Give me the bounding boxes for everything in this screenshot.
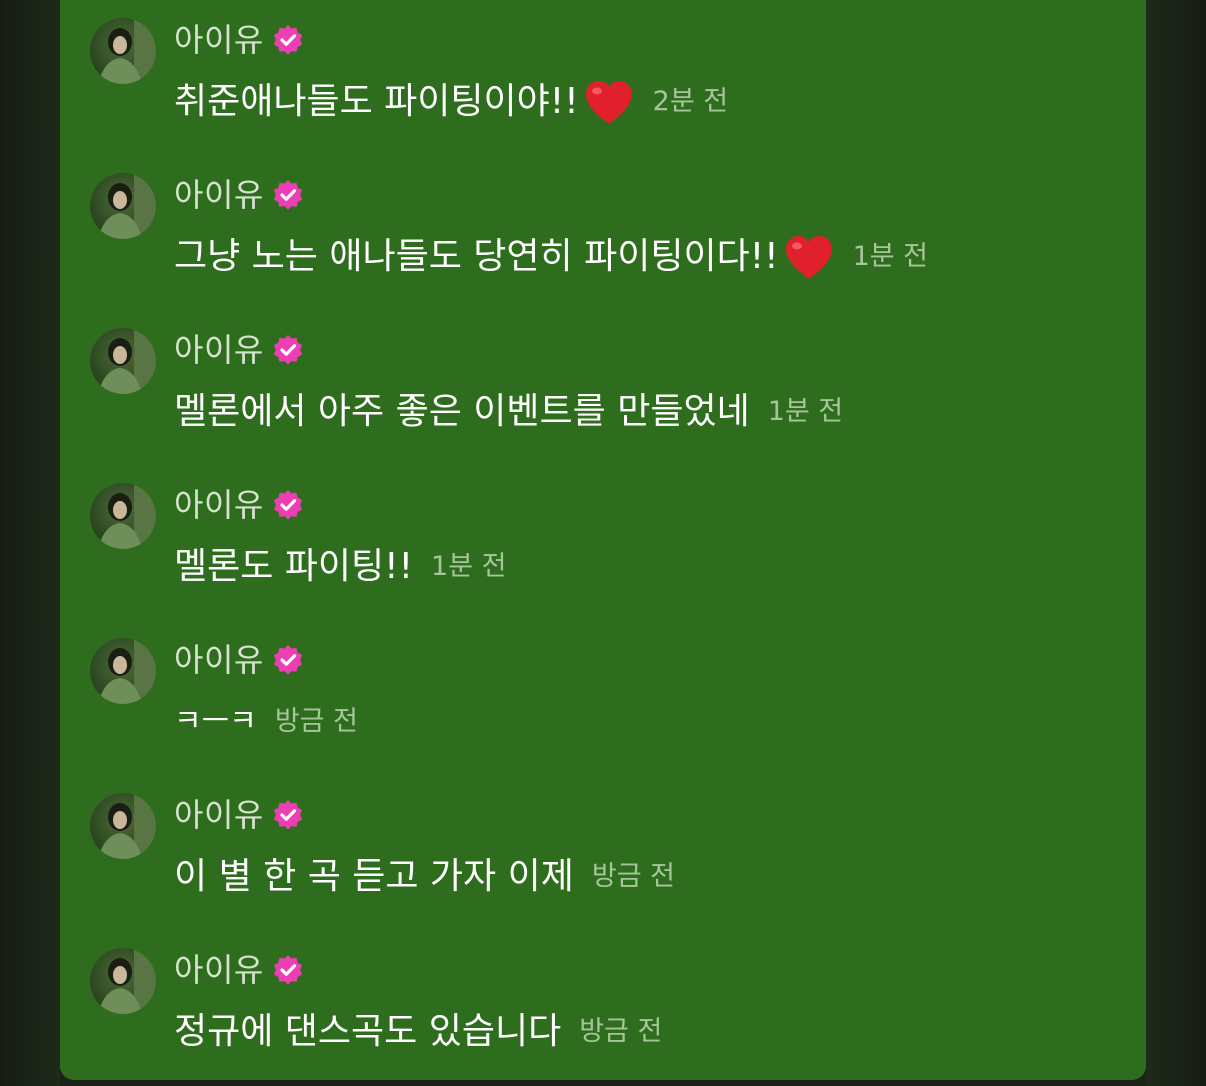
author-name[interactable]: 아이유 xyxy=(174,330,264,370)
verified-badge-icon xyxy=(272,954,304,986)
author-name[interactable]: 아이유 xyxy=(174,640,264,680)
message-text: 정규에 댄스곡도 있습니다 xyxy=(174,1011,562,1052)
message-timestamp: 1분 전 xyxy=(767,396,844,427)
message-text: ㅋㅡㅋ xyxy=(174,704,257,739)
message-text: 이 별 한 곡 듣고 가자 이제 xyxy=(174,856,574,897)
message-text: 멜론에서 아주 좋은 이벤트를 만들었네 xyxy=(174,391,750,432)
avatar[interactable] xyxy=(90,328,156,394)
message-timestamp: 방금 전 xyxy=(591,861,675,892)
background-left xyxy=(0,0,60,1086)
chat-message: 아이유 ㅋㅡㅋ 방금 전 xyxy=(90,620,1130,760)
verified-badge-icon xyxy=(272,179,304,211)
message-timestamp: 방금 전 xyxy=(274,706,358,737)
heart-emoji-icon xyxy=(783,233,835,281)
verified-badge-icon xyxy=(272,799,304,831)
author-name[interactable]: 아이유 xyxy=(174,20,264,60)
author-name[interactable]: 아이유 xyxy=(174,175,264,215)
avatar[interactable] xyxy=(90,173,156,239)
chat-message: 아이유 그냥 노는 애나들도 당연히 파이팅이다!! 1분 전 xyxy=(90,155,1130,295)
author-name[interactable]: 아이유 xyxy=(174,795,264,835)
verified-badge-icon xyxy=(272,489,304,521)
avatar[interactable] xyxy=(90,18,156,84)
verified-badge-icon xyxy=(272,334,304,366)
chat-message: 아이유 이 별 한 곡 듣고 가자 이제 방금 전 xyxy=(90,775,1130,915)
avatar[interactable] xyxy=(90,948,156,1014)
message-text: 멜론도 파이팅!! xyxy=(174,546,414,587)
message-text: 그냥 노는 애나들도 당연히 파이팅이다!! xyxy=(174,236,779,277)
avatar[interactable] xyxy=(90,483,156,549)
verified-badge-icon xyxy=(272,644,304,676)
message-timestamp: 2분 전 xyxy=(652,86,729,117)
chat-message: 아이유 멜론도 파이팅!! 1분 전 xyxy=(90,465,1130,605)
author-name[interactable]: 아이유 xyxy=(174,950,264,990)
chat-message: 아이유 멜론에서 아주 좋은 이벤트를 만들었네 1분 전 xyxy=(90,310,1130,450)
message-timestamp: 방금 전 xyxy=(579,1016,663,1047)
heart-emoji-icon xyxy=(583,78,635,126)
chat-message: 아이유 취준애나들도 파이팅이야!! 2분 전 xyxy=(90,0,1130,140)
message-text: 취준애나들도 파이팅이야!! xyxy=(174,81,579,122)
message-timestamp: 1분 전 xyxy=(431,551,507,582)
chat-panel: 아이유 취준애나들도 파이팅이야!! 2분 전 아이유 그냥 노는 애나들도 당… xyxy=(60,0,1146,1080)
verified-badge-icon xyxy=(272,24,304,56)
chat-message: 아이유 정규에 댄스곡도 있습니다 방금 전 xyxy=(90,930,1130,1070)
avatar[interactable] xyxy=(90,638,156,704)
message-timestamp: 1분 전 xyxy=(852,241,929,272)
author-name[interactable]: 아이유 xyxy=(174,485,264,525)
avatar[interactable] xyxy=(90,793,156,859)
background-right xyxy=(1146,0,1206,1086)
